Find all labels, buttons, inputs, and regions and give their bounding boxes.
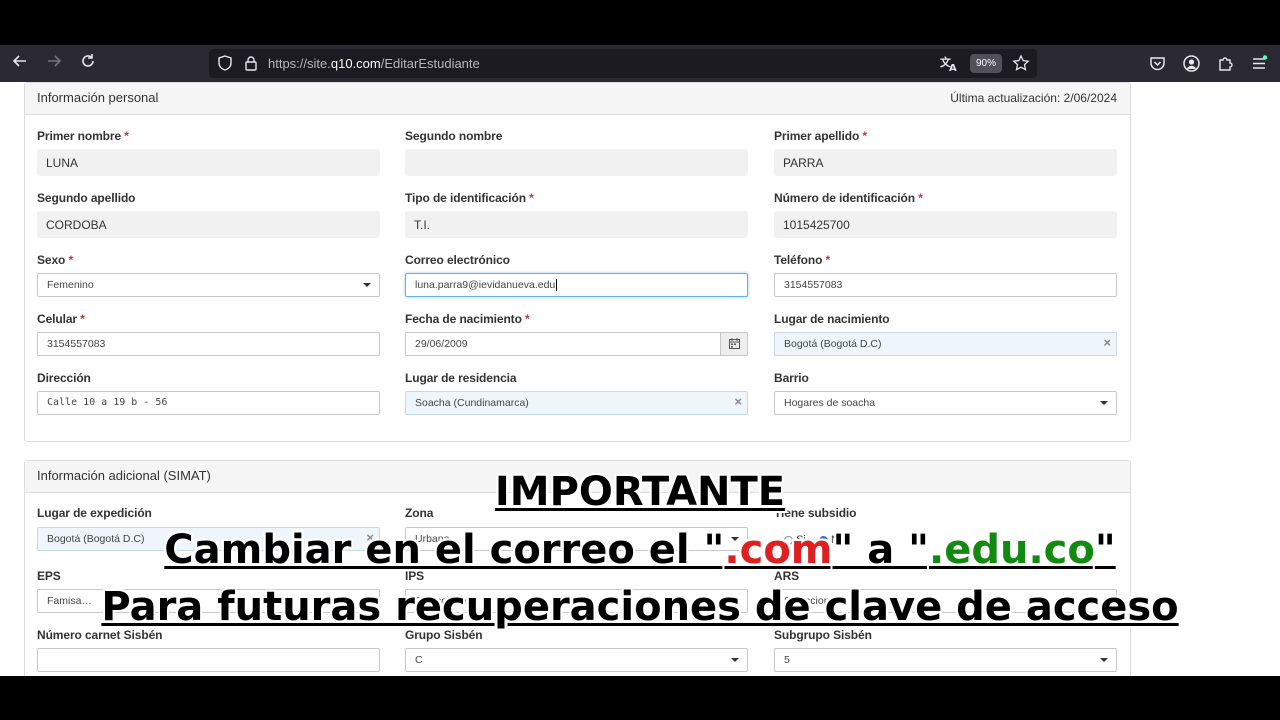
email-field[interactable]: luna.parra9@ievidanueva.edu (405, 273, 748, 297)
segundo-apellido-field[interactable]: CORDOBA (37, 211, 380, 238)
label-correo: Correo electrónico (405, 253, 510, 267)
label-segundo-nombre: Segundo nombre (405, 129, 503, 143)
primer-apellido-field[interactable]: PARRA (774, 149, 1117, 176)
direccion-field[interactable]: Calle 10 a 19 b - 56 (37, 391, 380, 415)
celular-field[interactable]: 3154557083 (37, 332, 380, 356)
url-text[interactable]: https://site.q10.com/EditarEstudiante (268, 56, 480, 71)
label-direccion: Dirección (37, 371, 91, 385)
overlay-line-2-text: Para futuras recuperaciones de clave de … (101, 584, 1179, 630)
primer-nombre-field[interactable]: LUNA (37, 149, 380, 176)
clear-icon[interactable]: × (1103, 335, 1111, 350)
account-icon[interactable] (1182, 54, 1201, 73)
svg-text:A: A (949, 63, 957, 72)
carnet-sisben-field[interactable] (37, 648, 380, 672)
label-celular: Celular * (37, 312, 85, 326)
forward-arrow-icon[interactable] (43, 53, 65, 75)
reload-icon[interactable] (77, 53, 99, 75)
label-barrio: Barrio (774, 371, 809, 385)
label-subgrupo-sisben: Subgrupo Sisbén (774, 628, 872, 642)
telefono-field[interactable]: 3154557083 (774, 273, 1117, 297)
label-primer-nombre: Primer nombre * (37, 129, 129, 143)
zoom-level[interactable]: 90% (970, 54, 1002, 73)
translate-icon[interactable]: 文A (940, 54, 958, 74)
lugar-nacimiento-select[interactable]: Bogotá (Bogotá D.C) × (774, 332, 1117, 356)
label-telefono: Teléfono * (774, 253, 831, 267)
chevron-down-icon (1100, 658, 1108, 662)
segundo-nombre-field[interactable] (405, 149, 748, 176)
back-arrow-icon[interactable] (9, 53, 31, 75)
calendar-icon[interactable] (720, 333, 747, 355)
menu-icon[interactable] (1250, 54, 1269, 73)
pocket-icon[interactable] (1148, 54, 1167, 73)
video-letterbox-bottom (0, 676, 1280, 720)
label-sexo: Sexo * (37, 253, 74, 267)
extensions-icon[interactable] (1216, 54, 1235, 73)
lugar-residencia-select[interactable]: Soacha (Cundinamarca) × (405, 391, 748, 415)
shield-icon[interactable] (216, 54, 234, 72)
label-carnet-sisben: Número carnet Sisbén (37, 628, 163, 642)
grupo-sisben-select[interactable]: C (405, 648, 748, 672)
label-lugar-nacimiento: Lugar de nacimiento (774, 312, 890, 326)
tipo-identificacion-field[interactable]: T.I. (405, 211, 748, 238)
overlay-line-1: Cambiar en el correo el ".com" a ".edu.c… (0, 527, 1280, 573)
bookmark-star-icon[interactable] (1012, 54, 1030, 72)
label-grupo-sisben: Grupo Sisbén (405, 628, 483, 642)
label-segundo-apellido: Segundo apellido (37, 191, 136, 205)
personal-info-header: Información personal Última actualizació… (25, 83, 1130, 115)
label-numero-identificacion: Número de identificación * (774, 191, 923, 205)
numero-identificacion-field[interactable]: 1015425700 (774, 211, 1117, 238)
personal-info-panel: Información personal Última actualizació… (24, 82, 1131, 442)
clear-icon[interactable]: × (734, 394, 742, 409)
chevron-down-icon (1100, 401, 1108, 405)
overlay-heading: IMPORTANTE (0, 469, 1280, 515)
panel-title: Información personal (37, 90, 159, 105)
label-fecha-nacimiento: Fecha de nacimiento * (405, 312, 530, 326)
lock-icon[interactable] (242, 54, 260, 72)
sexo-select[interactable]: Femenino (37, 273, 380, 297)
chevron-down-icon (731, 658, 739, 662)
overlay-line-1-text: Cambiar en el correo el ".com" a ".edu.c… (164, 527, 1116, 573)
barrio-select[interactable]: Hogares de soacha (774, 391, 1117, 415)
subgrupo-sisben-select[interactable]: 5 (774, 648, 1117, 672)
overlay-heading-text: IMPORTANTE (494, 469, 786, 515)
browser-toolbar: https://site.q10.com/EditarEstudiante 文A… (0, 45, 1280, 82)
address-bar[interactable]: https://site.q10.com/EditarEstudiante 文A… (209, 49, 1037, 78)
overlay-line-2: Para futuras recuperaciones de clave de … (0, 584, 1280, 630)
chevron-down-icon (363, 283, 371, 287)
video-letterbox-top (0, 0, 1280, 45)
label-primer-apellido: Primer apellido * (774, 129, 868, 143)
label-tipo-identificacion: Tipo de identificación * (405, 191, 534, 205)
fecha-nacimiento-field[interactable]: 29/06/2009 (405, 332, 748, 356)
last-updated: Última actualización: 2/06/2024 (950, 91, 1117, 105)
label-lugar-residencia: Lugar de residencia (405, 371, 517, 385)
